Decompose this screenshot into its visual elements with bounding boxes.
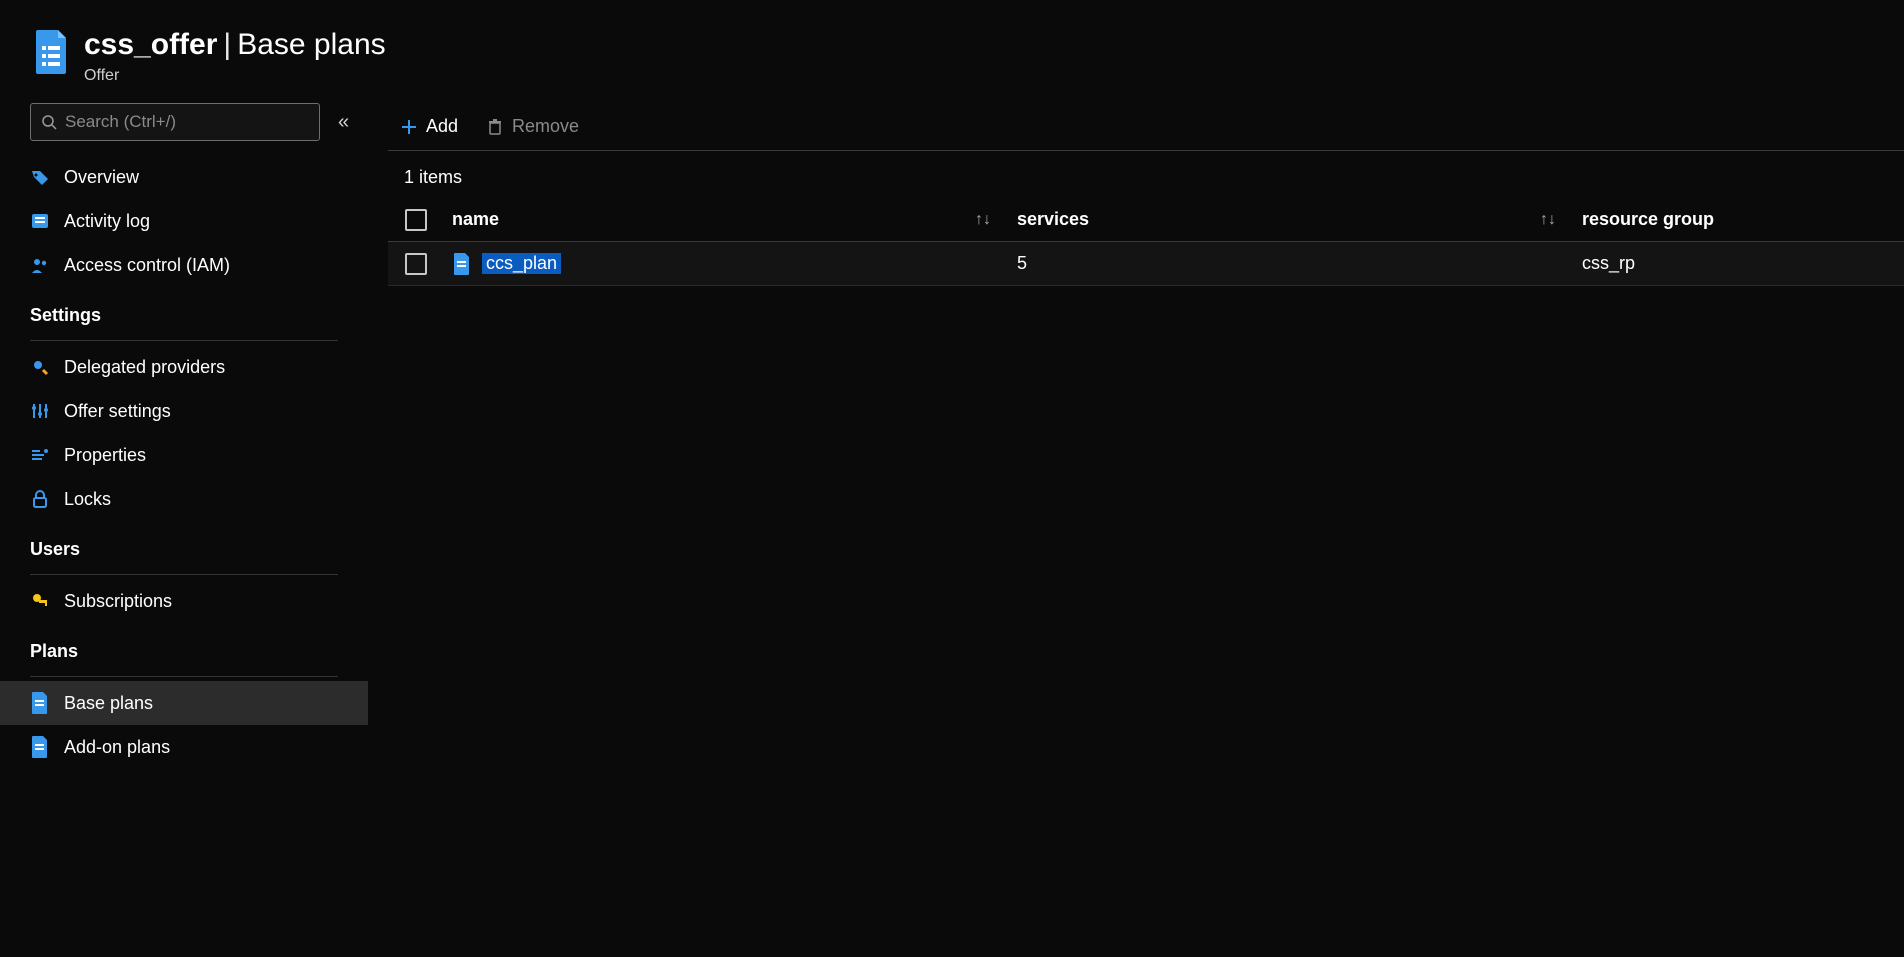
page-header: css_offer | Base plans Offer bbox=[0, 0, 1904, 103]
add-button[interactable]: Add bbox=[396, 103, 462, 150]
sidebar-item-base-plans[interactable]: Base plans bbox=[0, 681, 368, 725]
plan-icon bbox=[30, 693, 50, 713]
sidebar-item-label: Properties bbox=[64, 445, 146, 466]
divider bbox=[30, 340, 338, 341]
sidebar-group-heading-plans: Plans bbox=[0, 623, 368, 668]
select-all-checkbox[interactable] bbox=[405, 209, 427, 231]
resource-name: css_offer bbox=[84, 28, 217, 61]
providers-icon bbox=[30, 357, 50, 377]
people-icon bbox=[30, 255, 50, 275]
plan-name-link[interactable]: ccs_plan bbox=[482, 253, 561, 274]
sidebar-item-label: Overview bbox=[64, 167, 139, 188]
title-separator: | bbox=[223, 28, 231, 61]
sidebar-item-access-control[interactable]: Access control (IAM) bbox=[0, 243, 368, 287]
cell-services: 5 bbox=[1009, 253, 1524, 274]
sliders-icon bbox=[30, 401, 50, 421]
cell-resource-group: css_rp bbox=[1574, 253, 1894, 274]
plan-icon bbox=[30, 737, 50, 757]
column-header-resource-group[interactable]: resource group bbox=[1574, 209, 1894, 230]
collapse-sidebar-button[interactable]: « bbox=[338, 111, 349, 134]
sidebar-search[interactable] bbox=[30, 103, 320, 141]
search-icon bbox=[41, 114, 57, 130]
column-header-name[interactable]: name bbox=[444, 209, 959, 230]
sort-icon[interactable]: ↑↓ bbox=[1524, 211, 1574, 229]
page-title: Base plans bbox=[237, 28, 385, 61]
search-input[interactable] bbox=[65, 112, 309, 132]
sidebar-item-delegated-providers[interactable]: Delegated providers bbox=[0, 345, 368, 389]
plus-icon bbox=[400, 118, 418, 136]
sort-icon[interactable]: ↑↓ bbox=[959, 211, 1009, 229]
plans-table: name ↑↓ services ↑↓ resource group ccs_p… bbox=[388, 198, 1904, 286]
lock-icon bbox=[30, 489, 50, 509]
log-icon bbox=[30, 211, 50, 231]
table-row[interactable]: ccs_plan 5 css_rp bbox=[388, 242, 1904, 286]
sidebar-item-label: Base plans bbox=[64, 693, 153, 714]
divider bbox=[30, 574, 338, 575]
sidebar-item-locks[interactable]: Locks bbox=[0, 477, 368, 521]
sidebar-item-activity-log[interactable]: Activity log bbox=[0, 199, 368, 243]
tag-icon bbox=[30, 167, 50, 187]
toolbar: Add Remove bbox=[388, 103, 1904, 151]
trash-icon bbox=[486, 118, 504, 136]
sidebar-item-label: Access control (IAM) bbox=[64, 255, 230, 276]
sidebar-item-offer-settings[interactable]: Offer settings bbox=[0, 389, 368, 433]
sidebar-item-addon-plans[interactable]: Add-on plans bbox=[0, 725, 368, 769]
sidebar-item-label: Locks bbox=[64, 489, 111, 510]
sidebar-item-label: Activity log bbox=[64, 211, 150, 232]
sidebar-group-heading-users: Users bbox=[0, 521, 368, 566]
row-checkbox[interactable] bbox=[405, 253, 427, 275]
key-icon bbox=[30, 591, 50, 611]
divider bbox=[30, 676, 338, 677]
main-content: Add Remove 1 items name ↑↓ servi bbox=[368, 103, 1904, 957]
sidebar-item-label: Delegated providers bbox=[64, 357, 225, 378]
sidebar-item-label: Offer settings bbox=[64, 401, 171, 422]
sidebar-item-properties[interactable]: Properties bbox=[0, 433, 368, 477]
sidebar: « Overview Activity log bbox=[0, 103, 368, 957]
table-header: name ↑↓ services ↑↓ resource group bbox=[388, 198, 1904, 242]
plan-icon bbox=[452, 252, 472, 276]
sidebar-item-label: Subscriptions bbox=[64, 591, 172, 612]
sidebar-item-subscriptions[interactable]: Subscriptions bbox=[0, 579, 368, 623]
resource-type: Offer bbox=[84, 67, 386, 85]
sidebar-item-overview[interactable]: Overview bbox=[0, 155, 368, 199]
column-header-services[interactable]: services bbox=[1009, 209, 1524, 230]
remove-button-label: Remove bbox=[512, 116, 579, 137]
remove-button[interactable]: Remove bbox=[482, 103, 583, 150]
items-count: 1 items bbox=[388, 151, 1904, 198]
add-button-label: Add bbox=[426, 116, 458, 137]
properties-icon bbox=[30, 445, 50, 465]
sidebar-group-heading-settings: Settings bbox=[0, 287, 368, 332]
offer-icon bbox=[32, 28, 72, 72]
sidebar-item-label: Add-on plans bbox=[64, 737, 170, 758]
